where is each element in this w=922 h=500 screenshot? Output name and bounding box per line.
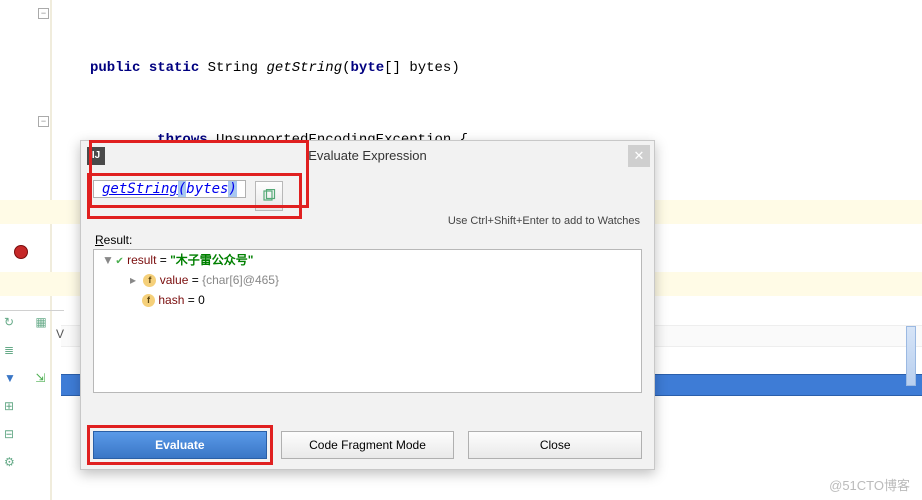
rerun-icon[interactable]: ↻ <box>4 315 24 335</box>
keyword: byte <box>351 60 385 76</box>
method-name: getString <box>266 60 342 76</box>
expand-icon[interactable]: ⊞ <box>4 399 24 419</box>
result-name: result <box>127 253 156 267</box>
field-icon: f <box>142 294 155 307</box>
dialog-titlebar[interactable]: IJ Evaluate Expression ✕ <box>81 141 654 171</box>
expr-part: bytes <box>186 181 228 197</box>
dialog-buttons: Evaluate Code Fragment Mode Close <box>81 431 654 459</box>
collapse-icon[interactable]: ⊟ <box>4 427 24 447</box>
scrollbar-marker <box>906 326 916 386</box>
tree-node[interactable]: f hash = 0 <box>94 290 641 310</box>
expand-arrow-icon[interactable]: ▼ <box>102 250 112 270</box>
evaluate-expression-dialog: IJ Evaluate Expression ✕ getString(bytes… <box>80 140 655 470</box>
tree-root[interactable]: ▼ ✔ result = "木子雷公众号" <box>94 250 641 270</box>
expand-arrow-icon[interactable]: ▸ <box>130 270 140 290</box>
result-label: Result: <box>81 231 654 249</box>
string-value: "木子雷公众号" <box>170 253 253 267</box>
watermark: @51CTO博客 <box>829 475 910 494</box>
type: String <box>208 60 258 76</box>
field-value: 0 <box>198 293 205 307</box>
keyword: public <box>90 60 140 76</box>
step-icon[interactable]: ⇲ <box>35 371 55 391</box>
variables-label: V <box>56 327 64 341</box>
shortcut-hint: Use Ctrl+Shift+Enter to add to Watches <box>81 211 654 231</box>
list-icon[interactable]: ≣ <box>4 343 24 363</box>
expr-part: ) <box>228 181 236 197</box>
close-button[interactable]: Close <box>468 431 642 459</box>
code-text: ( <box>342 60 350 76</box>
evaluate-button[interactable]: Evaluate <box>93 431 267 459</box>
eq: = <box>184 293 198 307</box>
eq: = <box>188 273 202 287</box>
layout-icon[interactable]: ▦ <box>35 315 55 335</box>
code-text: [] bytes) <box>384 60 460 76</box>
debug-toolbar: ↻ ▦ ≣ ▼ ⇲ ⊞ ⊟ ⚙ <box>0 310 64 500</box>
field-name: value <box>160 273 189 287</box>
copy-icon <box>262 189 276 203</box>
dialog-title-text: Evaluate Expression <box>308 148 427 163</box>
field-value: {char[6]@465} <box>202 273 279 287</box>
close-icon[interactable]: ✕ <box>628 145 650 167</box>
expr-part: getString <box>102 181 178 197</box>
field-name: hash <box>158 293 184 307</box>
eq: = <box>156 253 170 267</box>
result-tree[interactable]: ▼ ✔ result = "木子雷公众号" ▸ f value = {char[… <box>93 249 642 393</box>
field-icon: f <box>143 274 156 287</box>
expression-input[interactable]: getString(bytes) <box>93 180 246 198</box>
keyword: static <box>149 60 199 76</box>
history-button[interactable] <box>255 181 283 211</box>
intellij-icon: IJ <box>87 147 105 165</box>
settings-icon[interactable]: ⚙ <box>4 455 24 475</box>
code-fragment-button[interactable]: Code Fragment Mode <box>281 431 455 459</box>
check-icon: ✔ <box>115 256 123 267</box>
tree-node[interactable]: ▸ f value = {char[6]@465} <box>94 270 641 290</box>
filter-icon[interactable]: ▼ <box>4 371 24 391</box>
